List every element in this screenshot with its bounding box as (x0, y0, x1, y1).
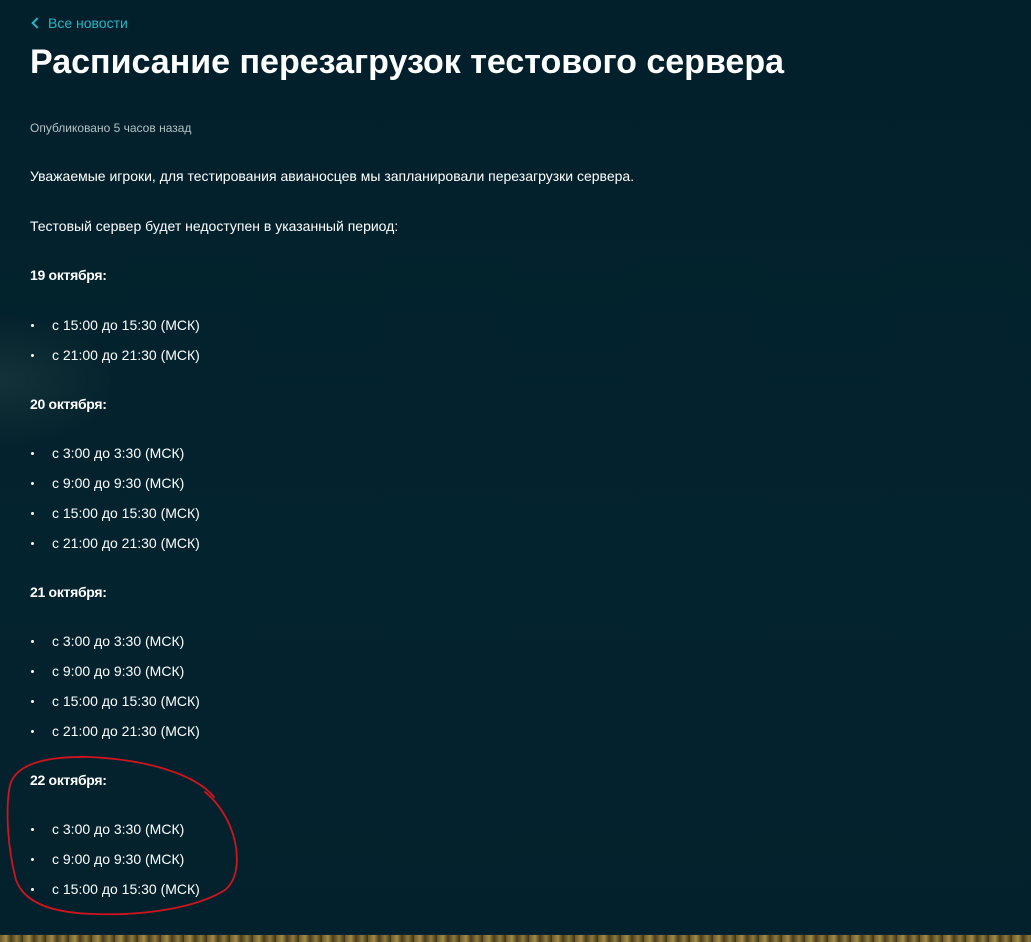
bullet-icon (31, 699, 34, 703)
schedule-item: с 15:00 до 15:30 (МСК) (30, 316, 200, 334)
bullet-icon (31, 511, 34, 515)
schedule-item-text: с 3:00 до 3:30 (МСК) (52, 633, 185, 649)
bullet-icon (31, 887, 34, 891)
schedule-item: с 21:00 до 21:30 (МСК) (30, 722, 200, 740)
bullet-icon (31, 451, 34, 455)
bullet-icon (31, 541, 34, 545)
schedule-item: с 3:00 до 3:30 (МСК) (30, 444, 184, 462)
bullet-icon (31, 481, 34, 485)
schedule-item: с 21:00 до 21:30 (МСК) (30, 534, 200, 552)
schedule-item-text: с 9:00 до 9:30 (МСК) (52, 851, 185, 867)
all-news-link[interactable]: Все новости (30, 14, 128, 32)
schedule-item-text: с 15:00 до 15:30 (МСК) (52, 317, 200, 333)
schedule-item-text: с 21:00 до 21:30 (МСК) (52, 723, 200, 739)
schedule-item: с 15:00 до 15:30 (МСК) (30, 504, 200, 522)
intro-paragraph: Уважаемые игроки, для тестирования авиан… (30, 168, 635, 184)
date-heading: 20 октября: (30, 396, 107, 412)
page-background (0, 0, 1031, 942)
bullet-icon (31, 669, 34, 673)
bullet-icon (31, 857, 34, 861)
schedule-item: с 9:00 до 9:30 (МСК) (30, 850, 184, 868)
bullet-icon (31, 323, 34, 327)
schedule-item-text: с 21:00 до 21:30 (МСК) (52, 535, 200, 551)
unavailable-note: Тестовый сервер будет недоступен в указа… (30, 218, 399, 234)
date-heading: 19 октября: (30, 267, 107, 283)
all-news-label: Все новости (48, 15, 128, 31)
page-title: Расписание перезагрузок тестового сервер… (30, 43, 784, 81)
schedule-item-text: с 15:00 до 15:30 (МСК) (52, 693, 200, 709)
date-heading: 22 октября: (30, 772, 107, 788)
chevron-left-icon (31, 17, 43, 29)
schedule-item-text: с 9:00 до 9:30 (МСК) (52, 663, 185, 679)
bullet-icon (31, 353, 34, 357)
schedule-item: с 15:00 до 15:30 (МСК) (30, 692, 200, 710)
schedule-item-text: с 3:00 до 3:30 (МСК) (52, 821, 185, 837)
bullet-icon (31, 639, 34, 643)
schedule-item-text: с 9:00 до 9:30 (МСК) (52, 475, 185, 491)
schedule-item: с 3:00 до 3:30 (МСК) (30, 820, 184, 838)
schedule-item-text: с 21:00 до 21:30 (МСК) (52, 347, 200, 363)
published-time: Опубликовано 5 часов назад (30, 121, 192, 135)
schedule-item: с 9:00 до 9:30 (МСК) (30, 474, 184, 492)
schedule-item: с 9:00 до 9:30 (МСК) (30, 662, 184, 680)
bullet-icon (31, 729, 34, 733)
schedule-item-text: с 15:00 до 15:30 (МСК) (52, 881, 200, 897)
schedule-item: с 21:00 до 21:30 (МСК) (30, 346, 200, 364)
schedule-item-text: с 15:00 до 15:30 (МСК) (52, 505, 200, 521)
schedule-item: с 15:00 до 15:30 (МСК) (30, 880, 200, 898)
date-heading: 21 октября: (30, 584, 107, 600)
schedule-item: с 3:00 до 3:30 (МСК) (30, 632, 184, 650)
background-art-strip (0, 935, 1031, 942)
bullet-icon (31, 827, 34, 831)
schedule-item-text: с 3:00 до 3:30 (МСК) (52, 445, 185, 461)
